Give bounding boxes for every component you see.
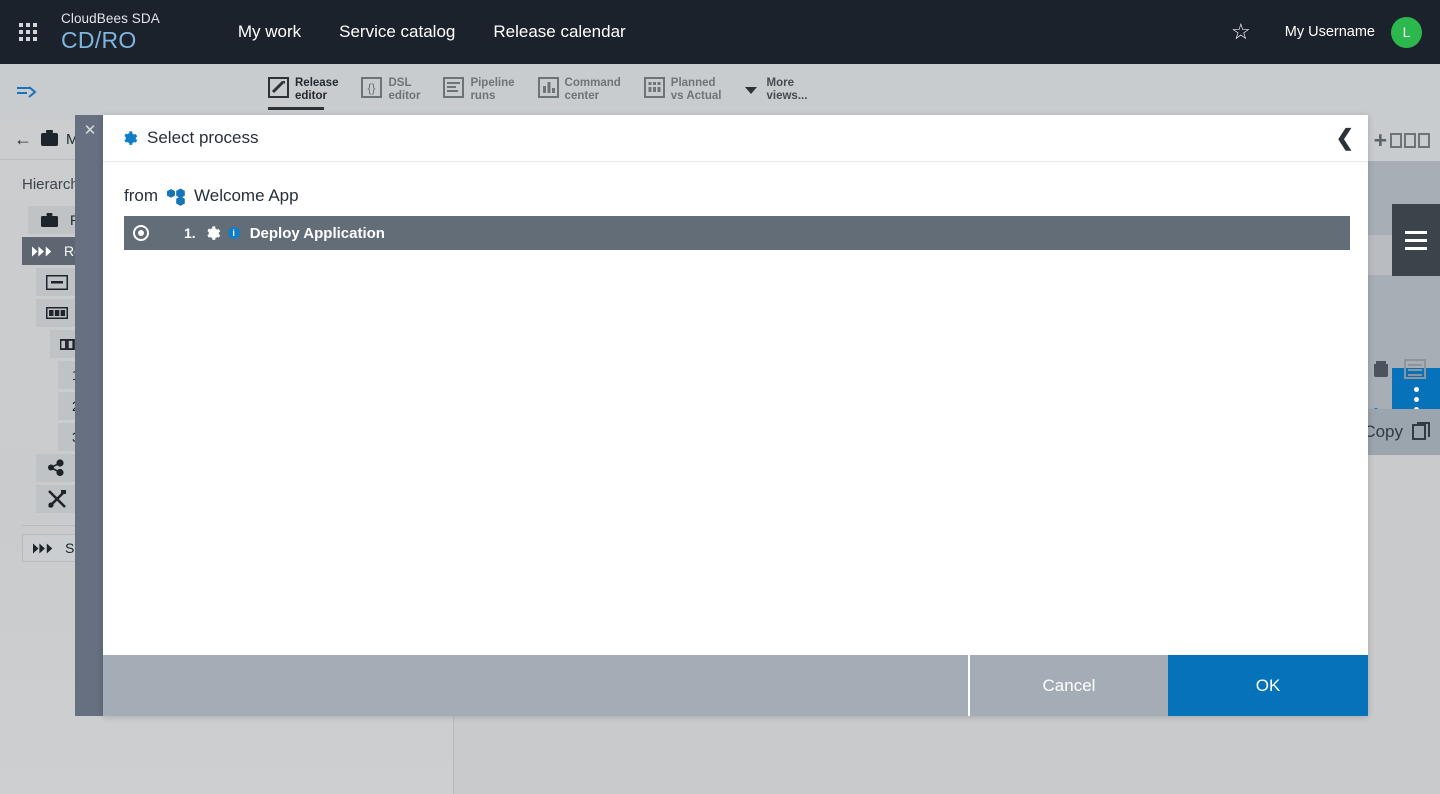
view-tabs: Release editor {} DSL editor — [268, 77, 807, 106]
cluster-icon — [46, 459, 68, 477]
from-application-row: from Welcome App — [103, 162, 1368, 216]
dialog-title: Select process — [147, 128, 259, 148]
process-name: Deploy Application — [250, 225, 385, 242]
username-label[interactable]: My Username — [1285, 24, 1375, 40]
tab-label: Release editor — [295, 77, 338, 103]
nav-link-service-catalog[interactable]: Service catalog — [339, 22, 455, 42]
grid-cells-icon — [644, 77, 665, 98]
copy-label: Copy — [1363, 422, 1403, 442]
chevron-down-icon[interactable] — [745, 87, 757, 94]
fast-forward-icon — [33, 543, 55, 554]
tools-icon — [46, 489, 68, 509]
arrow-left-icon[interactable]: ← — [14, 129, 32, 150]
process-row[interactable]: 1. i Deploy Application — [124, 216, 1350, 250]
list-lines-icon — [443, 77, 464, 98]
three-boxes-icon — [1390, 133, 1402, 148]
star-outline-icon[interactable]: ☆ — [1231, 21, 1251, 43]
brand-product-name: CD/RO — [61, 29, 160, 52]
tab-planned-vs-actual[interactable]: Planned vs Actual — [644, 77, 722, 106]
nav-right-cluster: ☆ My Username L — [1231, 17, 1440, 48]
chevron-left-icon[interactable]: ❮ — [1336, 127, 1354, 149]
apps-grid-icon[interactable] — [19, 23, 37, 41]
bar-chart-icon — [538, 77, 559, 98]
brand-product-suite: CloudBees SDA — [61, 12, 160, 26]
fast-forward-icon — [32, 246, 54, 257]
gear-icon — [121, 130, 137, 146]
nav-link-release-calendar[interactable]: Release calendar — [493, 22, 625, 42]
info-icon[interactable]: i — [228, 227, 240, 239]
svg-text:{}: {} — [368, 81, 376, 95]
views-toolbar: Release editor {} DSL editor — [0, 64, 1440, 119]
pencil-square-icon — [268, 77, 289, 98]
three-boxes-icon — [1404, 133, 1416, 148]
briefcase-icon — [38, 213, 60, 228]
top-navigation-bar: CloudBees SDA CD/RO My work Service cata… — [0, 0, 1440, 64]
tab-label: Pipeline runs — [470, 77, 514, 103]
tab-command-center[interactable]: Command center — [538, 77, 621, 106]
expand-sidebar-icon[interactable] — [16, 84, 40, 100]
tab-release-editor[interactable]: Release editor — [268, 77, 338, 106]
from-label: from — [124, 186, 158, 206]
ok-button[interactable]: OK — [1168, 655, 1368, 716]
stage-icon — [46, 275, 68, 290]
gear-icon — [204, 225, 220, 241]
select-process-dialog: Select process ❮ from Welcome App 1. — [103, 115, 1368, 716]
app-root: ← My Hierarch Pr — [0, 0, 1440, 794]
footer-spacer — [103, 655, 968, 716]
plus-icon[interactable]: + — [1374, 129, 1387, 152]
task-bar-icon — [46, 307, 68, 319]
brand-logo[interactable]: CloudBees SDA CD/RO — [61, 12, 160, 52]
dialog-header: Select process ❮ — [103, 115, 1368, 162]
dialog-body: from Welcome App 1. — [103, 162, 1368, 654]
hamburger-menu-icon[interactable] — [1392, 204, 1440, 276]
close-icon[interactable]: ✕ — [81, 122, 99, 140]
lines-box-icon[interactable] — [1404, 359, 1426, 379]
briefcase-icon — [41, 133, 58, 146]
application-icon — [166, 188, 186, 204]
dialog-footer: Cancel OK — [103, 654, 1368, 716]
process-list: 1. i Deploy Application — [103, 216, 1368, 250]
copy-icon[interactable] — [1412, 424, 1426, 440]
three-boxes-icon — [1418, 133, 1430, 148]
process-number: 1. — [184, 225, 196, 241]
trash-icon[interactable] — [1374, 361, 1388, 377]
from-application-name: Welcome App — [194, 186, 299, 206]
primary-nav-links: My work Service catalog Release calendar — [238, 22, 664, 42]
radio-selected-icon[interactable] — [133, 225, 149, 241]
braces-square-icon: {} — [361, 77, 382, 98]
cancel-button[interactable]: Cancel — [968, 655, 1168, 716]
tab-dsl-editor[interactable]: {} DSL editor — [361, 77, 420, 106]
add-stage-control[interactable]: + — [1374, 129, 1432, 152]
tab-label: Planned vs Actual — [671, 77, 722, 103]
nav-link-my-work[interactable]: My work — [238, 22, 301, 42]
more-views-button[interactable]: More views... — [767, 77, 808, 103]
tab-label: Command center — [565, 77, 621, 103]
tab-pipeline-runs[interactable]: Pipeline runs — [443, 77, 514, 106]
tab-label: DSL editor — [388, 77, 420, 103]
avatar[interactable]: L — [1391, 17, 1422, 48]
